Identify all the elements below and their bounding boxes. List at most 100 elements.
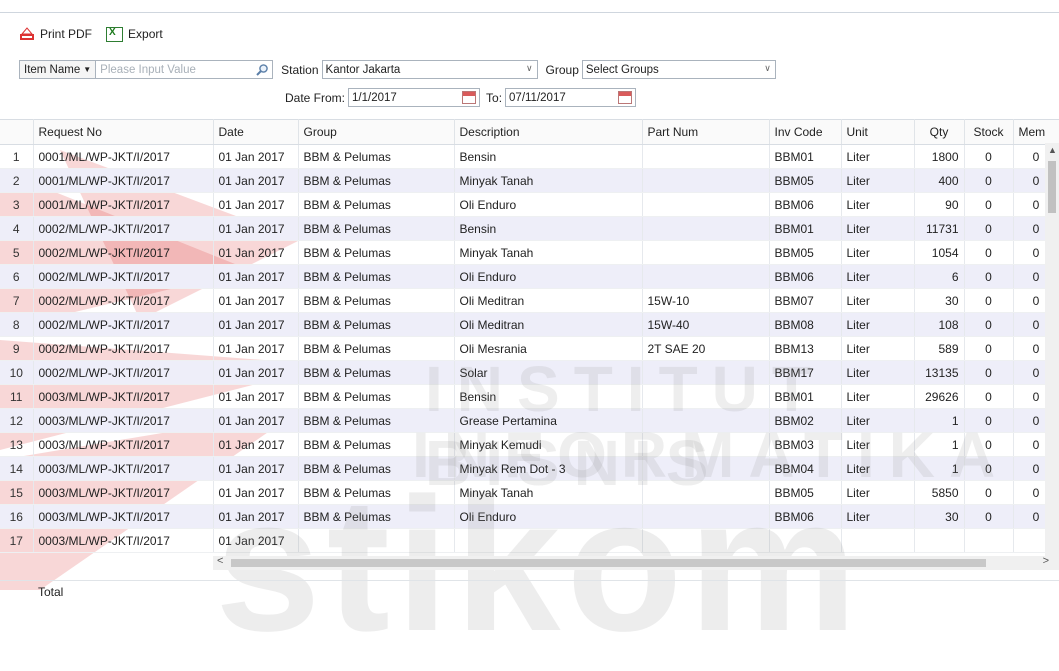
row-number: 12 [0, 408, 34, 433]
vertical-scrollbar[interactable]: ▲ ▼ [1045, 143, 1059, 566]
table-cell: 01 Jan 2017 [213, 336, 299, 361]
row-number: 2 [0, 168, 34, 193]
item-field-select[interactable]: Item Name ▼ [19, 60, 96, 79]
scroll-right-icon[interactable]: > [1043, 555, 1049, 567]
station-select[interactable]: Kantor Jakarta ∨ [321, 60, 538, 79]
table-cell: 0002/ML/WP-JKT/I/2017 [33, 240, 214, 265]
table-cell [642, 528, 770, 553]
pdf-icon [20, 27, 34, 40]
scroll-left-icon[interactable]: < [217, 555, 223, 567]
export-button[interactable]: Export [106, 26, 163, 42]
table-row[interactable]: 6 0002/ML/WP-JKT/I/2017 01 Jan 2017 BBM & P… [0, 264, 1059, 289]
table-cell: BBM05 [769, 240, 842, 265]
table-row[interactable]: 10 0002/ML/WP-JKT/I/2017 01 Jan 2017 BBM & … [0, 360, 1059, 385]
table-row[interactable]: 2 0001/ML/WP-JKT/I/2017 01 Jan 2017 BBM & P… [0, 168, 1059, 193]
table-row[interactable]: 4 0002/ML/WP-JKT/I/2017 01 Jan 2017 BBM & P… [0, 216, 1059, 241]
table-cell [642, 264, 770, 289]
table-cell: 90 [914, 192, 965, 217]
table-cell: 01 Jan 2017 [213, 360, 299, 385]
table-cell: BBM & Pelumas [298, 288, 455, 313]
table-row[interactable]: 1 0001/ML/WP-JKT/I/2017 01 Jan 2017 BBM & P… [0, 144, 1059, 169]
column-header[interactable]: Stock [964, 119, 1014, 145]
row-number: 8 [0, 312, 34, 337]
table-cell: BBM02 [769, 408, 842, 433]
table-cell: 0 [964, 192, 1014, 217]
table-cell: 0002/ML/WP-JKT/I/2017 [33, 312, 214, 337]
table-row[interactable]: 14 0003/ML/WP-JKT/I/2017 01 Jan 2017 BBM & … [0, 456, 1059, 481]
table-cell: 01 Jan 2017 [213, 312, 299, 337]
table-cell: Solar [454, 360, 643, 385]
table-cell: Liter [841, 504, 915, 529]
table-cell: BBM13 [769, 336, 842, 361]
table-cell: 0 [964, 432, 1014, 457]
calendar-icon[interactable] [618, 91, 633, 104]
date-to-label: To: [486, 90, 503, 105]
table-cell: BBM & Pelumas [298, 408, 455, 433]
table-cell: Liter [841, 336, 915, 361]
table-cell: 01 Jan 2017 [213, 408, 299, 433]
column-header[interactable]: Date [213, 119, 299, 145]
table-cell: 13135 [914, 360, 965, 385]
column-header[interactable]: Unit [841, 119, 915, 145]
calendar-icon[interactable] [462, 91, 477, 104]
table-row[interactable]: 12 0003/ML/WP-JKT/I/2017 01 Jan 2017 BBM & … [0, 408, 1059, 433]
caret-down-icon: ▼ [83, 65, 92, 74]
table-cell: Liter [841, 432, 915, 457]
table-cell: BBM & Pelumas [298, 144, 455, 169]
table-cell: BBM01 [769, 216, 842, 241]
table-row[interactable]: 16 0003/ML/WP-JKT/I/2017 01 Jan 2017 BBM & … [0, 504, 1059, 529]
column-header[interactable]: Part Num [642, 119, 770, 145]
table-cell: BBM01 [769, 144, 842, 169]
table-cell: 0001/ML/WP-JKT/I/2017 [33, 168, 214, 193]
horizontal-scrollbar[interactable]: < > [213, 555, 1059, 570]
column-header[interactable]: Mem [1013, 119, 1059, 145]
table-cell: 0002/ML/WP-JKT/I/2017 [33, 288, 214, 313]
column-header[interactable]: Inv Code [769, 119, 842, 145]
table-cell: 5850 [914, 480, 965, 505]
column-header[interactable]: Qty [914, 119, 965, 145]
table-row[interactable]: 9 0002/ML/WP-JKT/I/2017 01 Jan 2017 BBM & P… [0, 336, 1059, 361]
search-input[interactable]: Please Input Value [95, 60, 274, 79]
column-header[interactable]: Request No [33, 119, 214, 145]
table-cell: Minyak Tanah [454, 168, 643, 193]
table-cell: Liter [841, 288, 915, 313]
table-cell [298, 528, 455, 553]
table-cell: BBM06 [769, 192, 842, 217]
date-from-input[interactable]: 1/1/2017 [348, 88, 481, 107]
table-cell: 01 Jan 2017 [213, 384, 299, 409]
table-cell [642, 192, 770, 217]
top-divider [0, 12, 1059, 13]
table-cell: 30 [914, 504, 965, 529]
table-cell [642, 480, 770, 505]
table-row[interactable]: 5 0002/ML/WP-JKT/I/2017 01 Jan 2017 BBM & P… [0, 240, 1059, 265]
table-cell: BBM06 [769, 264, 842, 289]
table-row[interactable]: 11 0003/ML/WP-JKT/I/2017 01 Jan 2017 BBM & … [0, 384, 1059, 409]
total-divider [0, 580, 1059, 581]
column-header[interactable]: Group [298, 119, 455, 145]
table-row[interactable]: 7 0002/ML/WP-JKT/I/2017 01 Jan 2017 BBM & P… [0, 288, 1059, 313]
table-row[interactable]: 15 0003/ML/WP-JKT/I/2017 01 Jan 2017 BBM & … [0, 480, 1059, 505]
table-cell: BBM & Pelumas [298, 168, 455, 193]
column-header[interactable]: Description [454, 119, 643, 145]
print-pdf-button[interactable]: Print PDF [19, 27, 92, 41]
search-icon[interactable] [255, 63, 269, 77]
table-row[interactable]: 13 0003/ML/WP-JKT/I/2017 01 Jan 2017 BBM & … [0, 432, 1059, 457]
scroll-thumb[interactable] [1048, 161, 1056, 213]
table-cell [642, 144, 770, 169]
table-cell [642, 360, 770, 385]
table-cell: Oli Meditran [454, 312, 643, 337]
table-cell: 0002/ML/WP-JKT/I/2017 [33, 216, 214, 241]
table-cell: BBM & Pelumas [298, 384, 455, 409]
table-cell: 1054 [914, 240, 965, 265]
table-cell: 01 Jan 2017 [213, 456, 299, 481]
date-to-input[interactable]: 07/11/2017 [505, 88, 637, 107]
scroll-thumb[interactable] [231, 559, 986, 567]
table-row[interactable]: 3 0001/ML/WP-JKT/I/2017 01 Jan 2017 BBM & P… [0, 192, 1059, 217]
table-row[interactable]: 17 0003/ML/WP-JKT/I/2017 01 Jan 2017 [0, 528, 1059, 553]
table-cell: BBM08 [769, 312, 842, 337]
table-row[interactable]: 8 0002/ML/WP-JKT/I/2017 01 Jan 2017 BBM & P… [0, 312, 1059, 337]
table-cell: BBM07 [769, 288, 842, 313]
group-select[interactable]: Select Groups ∨ [581, 60, 776, 79]
scroll-up-icon[interactable]: ▲ [1048, 145, 1057, 155]
table-cell: 0 [964, 360, 1014, 385]
